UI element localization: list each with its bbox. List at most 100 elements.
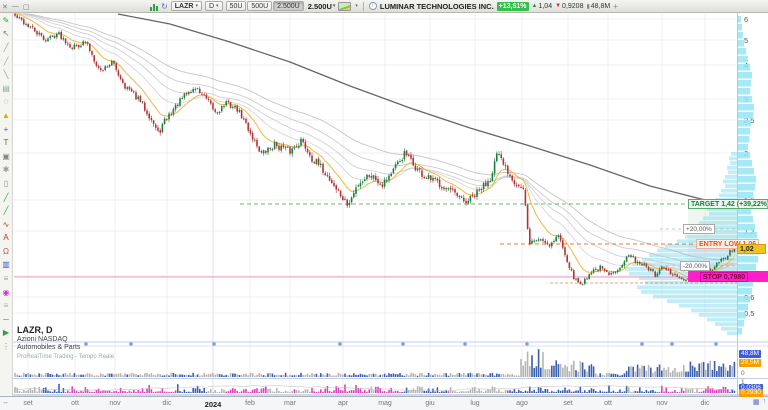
histogram-tool-icon[interactable]: ▥	[1, 259, 12, 273]
price-tick: 5	[744, 36, 748, 45]
price-tick: 0,6	[744, 293, 754, 302]
drawing-toolbar: ✎↖╱╱╲▤◌▲+T▣✱▯╱╱∿AΩ▥≡◉≡─▶⋮	[0, 13, 13, 396]
change-badge: +13,51%	[497, 2, 529, 11]
day-high-stat: ▲ 1,04	[532, 3, 553, 10]
pencil-tool-icon[interactable]: ✎	[1, 14, 12, 28]
symbol-dropdown[interactable]: LAZR ▾	[171, 1, 202, 11]
target-level-tag[interactable]: TARGET 1,42 (+39,22%)	[688, 199, 768, 209]
close-icon[interactable]: ✕	[2, 3, 8, 11]
arrow-down-icon: ▼	[555, 3, 561, 9]
trash-tool-icon[interactable]: ▯	[1, 177, 12, 191]
symbol-sector: Automobiles & Parts	[17, 344, 114, 351]
plus20-percent-tag: +20,00%	[683, 224, 715, 234]
price-tick: 1,2	[744, 227, 754, 236]
brush-tool-icon[interactable]: ✱	[1, 164, 12, 178]
zoom-tool-icon[interactable]: ◌	[1, 96, 12, 110]
list-tool-icon[interactable]: ≡	[1, 272, 12, 286]
prorealtime-chart-window: ✕ — ▢ ↻ LAZR ▾ D ▾ 50U500U2.500U 2.500U …	[0, 0, 768, 410]
day-low-stat: ▼ 0,9208	[555, 3, 583, 10]
unit-button-50U[interactable]: 50U	[226, 1, 247, 11]
arrow-up-icon: ▲	[532, 3, 538, 9]
chevron-down-icon: ▾	[355, 3, 358, 9]
channel-tool-icon[interactable]: ╲	[1, 68, 12, 82]
axis-settings[interactable]: ▦ ↑	[753, 398, 766, 406]
month-label: nov	[656, 400, 667, 407]
symbol-title: LAZR, D	[17, 325, 114, 335]
window-controls: ✕ — ▢	[2, 0, 30, 13]
unit-button-500U[interactable]: 500U	[247, 1, 272, 11]
month-label: dic	[163, 400, 172, 407]
month-label: ott	[71, 400, 79, 407]
toolbar-separator	[363, 2, 364, 11]
trendline-tool-icon[interactable]: ╱	[1, 55, 12, 69]
unit-button-group: 50U500U2.500U	[226, 1, 305, 12]
minimize-icon[interactable]: —	[12, 3, 19, 10]
image-tool-icon[interactable]: ▤	[1, 82, 12, 96]
cursor-tool-icon[interactable]: ↖	[1, 28, 12, 42]
price-tick: 6	[744, 15, 748, 24]
month-label: ott	[604, 400, 612, 407]
chart-style-icon[interactable]	[150, 2, 158, 11]
info-icon[interactable]: i	[369, 2, 377, 10]
chart-canvas[interactable]	[0, 0, 768, 410]
volume-icon: ▮	[586, 3, 589, 10]
price-tick: 0,5	[744, 309, 754, 318]
symbol-label: LAZR	[175, 2, 194, 11]
move-tool-icon[interactable]: +	[1, 123, 12, 137]
chart-thumbnail-icon[interactable]	[338, 2, 351, 11]
price-tick: 3	[744, 95, 748, 104]
top-toolbar: ✕ — ▢ ↻ LAZR ▾ D ▾ 50U500U2.500U 2.500U …	[0, 0, 768, 13]
add-button[interactable]: +	[613, 2, 618, 11]
pane-axis-tag: 0,2930	[739, 389, 763, 397]
pane-axis-tag: 0	[739, 370, 747, 378]
month-label: giu	[425, 400, 434, 407]
greenline2-tool-icon[interactable]: ╱	[1, 204, 12, 218]
magnet-tool-icon[interactable]: Ω	[1, 245, 12, 259]
minus20-percent-tag: -20,00%	[680, 261, 710, 271]
symbol-info-block: LAZR, D Azioni NASDAQ Automobiles & Part…	[17, 325, 114, 360]
price-tick: 2,5	[744, 116, 754, 125]
timeframe-label: D	[209, 2, 214, 11]
symbol-market: Azioni NASDAQ	[17, 336, 114, 343]
refresh-icon[interactable]: ↻	[161, 2, 168, 11]
month-label: apr	[338, 400, 348, 407]
hline-tool-icon[interactable]: ─	[1, 313, 12, 327]
more-tool-icon[interactable]: ⋮	[1, 340, 12, 354]
timeframe-dropdown[interactable]: D ▾	[205, 1, 223, 11]
price-tick: 4	[744, 61, 748, 70]
month-label: set	[563, 400, 572, 407]
time-axis[interactable]: setottnovdic2024febmaraprmaggiulugagoset…	[0, 396, 768, 410]
chevron-down-icon: ▾	[216, 2, 219, 11]
month-label: dic	[701, 400, 710, 407]
axis-drag-icon[interactable]: ↔	[2, 399, 9, 406]
month-label: feb	[245, 400, 255, 407]
text-tool-icon[interactable]: T	[1, 136, 12, 150]
zigzag-tool-icon[interactable]: ∿	[1, 218, 12, 232]
greenline-tool-icon[interactable]: ╱	[1, 191, 12, 205]
pane-axis-tag: 48,8M	[739, 350, 761, 358]
calendar-icon[interactable]: ▦	[753, 398, 760, 406]
unit-value-label: 2.500U	[308, 2, 332, 11]
segment-tool-icon[interactable]: ╱	[1, 41, 12, 55]
month-label: mar	[284, 400, 296, 407]
unit-button-2.500U[interactable]: 2.500U	[273, 1, 304, 11]
layers-tool-icon[interactable]: ≡	[1, 299, 12, 313]
month-label: set	[23, 400, 32, 407]
company-name: LUMINAR TECHNOLOGIES INC.	[380, 2, 494, 11]
stop-level-tag[interactable]: STOP 0,7980	[700, 272, 748, 282]
unit-value-dropdown[interactable]: 2.500U ▾	[308, 2, 336, 11]
month-label: lug	[470, 400, 479, 407]
alert-tool-icon[interactable]: ▲	[1, 109, 12, 123]
platform-label: ProRealTime Trading - Tempo Reale	[17, 354, 114, 360]
restore-icon[interactable]: ▢	[23, 3, 30, 11]
scroll-up-icon[interactable]: ↑	[763, 398, 767, 406]
last-price-tag: 1,02	[737, 244, 766, 254]
chevron-down-icon: ▾	[333, 3, 336, 9]
day-volume-stat: ▮ 48,8M	[586, 3, 610, 10]
play-tool-icon[interactable]: ▶	[1, 327, 12, 341]
month-label: 2024	[205, 400, 222, 409]
palette-tool-icon[interactable]: ◉	[1, 286, 12, 300]
price-tick: 2	[744, 149, 748, 158]
label-a-tool-icon[interactable]: A	[1, 232, 12, 246]
copy-tool-icon[interactable]: ▣	[1, 150, 12, 164]
